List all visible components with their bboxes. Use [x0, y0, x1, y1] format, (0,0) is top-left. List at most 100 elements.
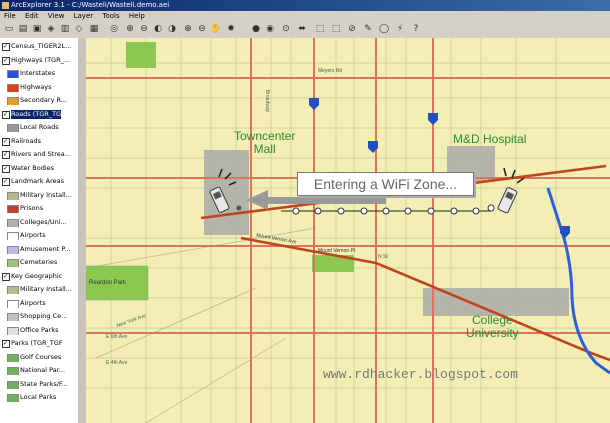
layer-row[interactable]: Airports: [0, 231, 84, 240]
hotlink-icon[interactable]: ⚡: [394, 23, 406, 35]
layer-row[interactable]: ✓ Highways (TGR_...: [0, 56, 84, 65]
layer-row[interactable]: Local Roads: [0, 123, 84, 132]
layer-row[interactable]: ✓ Key Geographic: [0, 272, 84, 281]
layer-list: ✓ Census_TIGER2L... ✓ Highways (TGR_... Inte…: [0, 38, 88, 423]
measure-icon[interactable]: ⬌: [296, 23, 308, 35]
layer-row[interactable]: ✓ Census_TIGER2L...: [0, 42, 84, 51]
layer-label: Roads (TGR_TG: [11, 109, 62, 119]
layer-row[interactable]: Military Install...: [0, 285, 84, 294]
zoom-in-icon[interactable]: ⊕: [182, 23, 194, 35]
legend-swatch: [7, 97, 19, 105]
layer-label: Census_TIGER2L...: [11, 42, 72, 50]
zoom-full-icon[interactable]: ⊕: [124, 23, 136, 35]
add-layer-icon[interactable]: ◈: [45, 23, 57, 35]
wifi-route-points: [292, 204, 495, 215]
layer-checkbox[interactable]: ✓: [2, 56, 10, 65]
layer-label: Local Roads: [20, 123, 59, 131]
zoom-out-icon[interactable]: ⊖: [196, 23, 208, 35]
menu-edit[interactable]: Edit: [25, 12, 39, 20]
legend-swatch: [7, 245, 19, 254]
layer-row[interactable]: Military Install...: [0, 191, 84, 200]
major-roads: [86, 38, 610, 423]
query-icon[interactable]: ⊙: [280, 23, 292, 35]
layer-row[interactable]: Colleges/Uni...: [0, 218, 84, 227]
pen-icon[interactable]: ✎: [362, 23, 374, 35]
street-label: Broadway: [264, 89, 271, 113]
image-icon[interactable]: ▦: [88, 23, 100, 35]
layer-row[interactable]: ✓ Roads (TGR_TG: [0, 109, 84, 119]
menu-layer[interactable]: Layer: [74, 12, 94, 20]
layer-label: Water Bodies: [11, 163, 55, 172]
arcexplorer-window: ArcExplorer 3.1 - C:/Wasteli/Wasteli.dem…: [0, 0, 610, 423]
layer-icon[interactable]: ◇: [73, 23, 85, 35]
layer-row[interactable]: ✓ Railroads: [0, 137, 84, 146]
globe-icon[interactable]: ◎: [108, 23, 120, 35]
find-icon[interactable]: ◉: [264, 23, 276, 35]
layer-checkbox[interactable]: ✓: [2, 110, 10, 119]
zoom-layer-icon[interactable]: ⊖: [138, 23, 150, 35]
pan-icon[interactable]: ✋: [210, 23, 222, 35]
select-rect-icon[interactable]: ⬚: [330, 23, 342, 35]
layer-checkbox[interactable]: ✓: [2, 272, 10, 281]
map-canvas: [86, 38, 610, 423]
zoom-prev-icon[interactable]: ◐: [152, 23, 164, 35]
layer-label: Rivers and Strea...: [11, 150, 71, 158]
legend-swatch: [7, 70, 19, 78]
street-label: Mount Vernon Pl: [318, 248, 355, 254]
layer-row[interactable]: Airports: [0, 299, 84, 308]
college-label: College University: [466, 313, 519, 340]
layer-checkbox[interactable]: ✓: [2, 178, 10, 186]
street-label: Meyers Rd: [318, 68, 343, 74]
layer-row[interactable]: Cemeteries: [0, 258, 84, 267]
help-icon[interactable]: ?: [410, 23, 422, 35]
layer-row[interactable]: ✓ Water Bodies: [0, 164, 84, 173]
layer-label: Cemeteries: [20, 258, 58, 266]
menu-help[interactable]: Help: [129, 12, 145, 20]
layer-label: Key Geographic: [11, 271, 63, 280]
layer-label: State Parks/F...: [20, 379, 68, 388]
legend-swatch: [7, 313, 19, 321]
layer-row[interactable]: ✓ Landmark Areas: [0, 177, 84, 186]
layer-row[interactable]: Local Parks: [0, 393, 84, 402]
zoom-next-icon[interactable]: ◑: [166, 23, 178, 35]
layer-row[interactable]: Office Parks: [0, 326, 84, 335]
street-label: E 4th Ave: [106, 360, 128, 366]
layer-row[interactable]: National Par...: [0, 366, 84, 375]
layer-row[interactable]: ✓ Rivers and Strea...: [0, 150, 84, 159]
menu-view[interactable]: View: [48, 12, 65, 20]
layer-checkbox[interactable]: ✓: [2, 43, 10, 51]
layer-list-scrollbar[interactable]: [78, 38, 86, 423]
clear-icon[interactable]: ⊘: [346, 23, 358, 35]
layer-row[interactable]: Interstates: [0, 69, 84, 78]
layer-row[interactable]: Highways: [0, 83, 84, 92]
layer-label: Railroads: [11, 136, 41, 145]
open-icon[interactable]: ▤: [17, 23, 29, 35]
layer-checkbox[interactable]: ✓: [2, 340, 10, 348]
layer-row[interactable]: Amusement P...: [0, 245, 84, 254]
layer-label: Secondary R...: [20, 96, 67, 104]
street-label: E 6th Ave: [106, 334, 128, 340]
map-view[interactable]: Towncenter Mall M&D Hospital College Uni…: [86, 38, 610, 423]
legend-swatch: [7, 232, 19, 240]
select-icon[interactable]: ⬚: [314, 23, 326, 35]
print-icon[interactable]: ▥: [59, 23, 71, 35]
layer-row[interactable]: Prisons: [0, 204, 84, 213]
layer-label: Interstates: [20, 69, 56, 77]
menu-file[interactable]: File: [4, 12, 16, 20]
identify-icon[interactable]: ●: [250, 23, 262, 35]
layer-checkbox[interactable]: ✓: [2, 151, 10, 159]
phone-right-icon: [497, 167, 525, 214]
legend-swatch: [7, 299, 19, 308]
layer-checkbox[interactable]: ✓: [2, 164, 10, 173]
layer-row[interactable]: Golf Courses: [0, 353, 84, 362]
menu-tools[interactable]: Tools: [102, 12, 119, 20]
layer-row[interactable]: Secondary R...: [0, 96, 84, 105]
new-icon[interactable]: ▭: [3, 23, 15, 35]
refresh-icon[interactable]: ✸: [225, 23, 237, 35]
save-icon[interactable]: ▣: [31, 23, 43, 35]
layer-row[interactable]: Shopping Ce...: [0, 312, 84, 321]
layer-checkbox[interactable]: ✓: [2, 137, 10, 146]
layer-row[interactable]: ✓ Parks (TGR_TGF: [0, 339, 84, 348]
buffer-icon[interactable]: ◯: [378, 23, 390, 35]
layer-row[interactable]: State Parks/F...: [0, 380, 84, 389]
